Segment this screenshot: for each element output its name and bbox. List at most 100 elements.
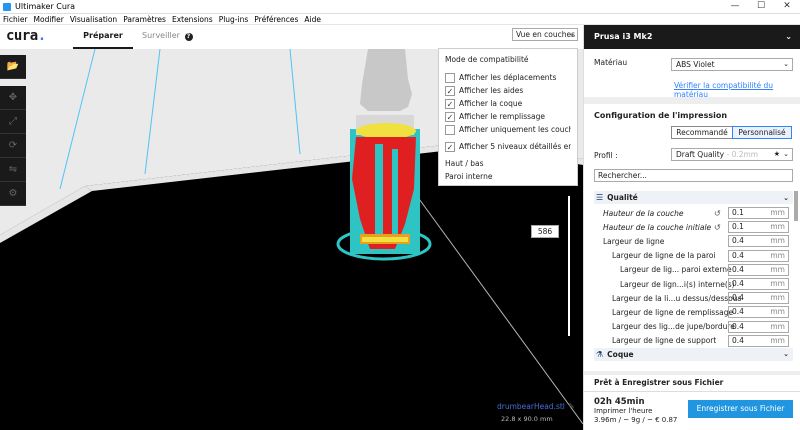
option-show-infill[interactable]: ✓ Afficher le remplissage <box>445 110 571 123</box>
cura-logo: cura. <box>6 28 46 44</box>
view-mode-select[interactable]: Vue en couches ⌄ <box>512 28 578 41</box>
reset-icon[interactable]: ↺ <box>714 223 721 232</box>
setting-value-input[interactable]: 0.4 mm <box>728 249 789 262</box>
menu-extensions[interactable]: Extensions <box>169 15 216 24</box>
setting-label: Largeur de ligne <box>603 236 665 246</box>
setting-value-input[interactable]: 0.4 mm <box>728 292 789 305</box>
menu-plugins[interactable]: Plug-ins <box>216 15 252 24</box>
shell-icon: ⚗ <box>596 349 604 359</box>
setting-value-input[interactable]: 0.1 mm <box>728 207 789 220</box>
option-label: Afficher les aides <box>459 86 524 95</box>
custom-mode-button[interactable]: Personnalisé <box>732 126 792 139</box>
setting-label: Largeur de la li...u dessus/dessous <box>612 293 742 303</box>
material-estimate: 3.96m / ~ 9g / ~ € 0.87 <box>594 416 678 424</box>
axis-guide-line <box>289 49 301 155</box>
tab-monitor[interactable]: Surveiller ? <box>142 31 193 49</box>
save-to-file-button[interactable]: Enregistrer sous Fichier <box>688 400 793 418</box>
option-label: Afficher le remplissage <box>459 112 545 121</box>
star-icon[interactable]: ★ <box>774 149 780 160</box>
print-time: 02h 45min <box>594 397 645 407</box>
setting-label: Hauteur de la couche initiale <box>603 222 712 232</box>
category-shell[interactable]: ⚗ Coque ⌄ <box>594 347 793 361</box>
checkbox-checked[interactable]: ✓ <box>445 111 455 122</box>
reset-icon[interactable]: ↺ <box>714 209 721 218</box>
model-ghost <box>360 49 412 111</box>
setting-value-input[interactable]: 0.4 mm <box>728 306 789 319</box>
material-label: Matériau <box>594 58 628 67</box>
divider <box>584 371 800 375</box>
category-label: Coque <box>607 349 634 359</box>
setting-top-bottom-line-width: Largeur de la li...u dessus/dessous 0.4 mm <box>594 291 793 305</box>
option-show-travel[interactable]: Afficher les déplacements <box>445 71 571 84</box>
mirror-tool-button[interactable]: ⇋ <box>0 158 26 182</box>
setting-label: Largeur de lign...i(s) interne(s) <box>620 279 735 289</box>
menu-settings[interactable]: Paramètres <box>120 15 169 24</box>
move-tool-button[interactable]: ✥ <box>0 86 26 110</box>
compat-mode-label: Mode de compatibilité <box>445 55 529 64</box>
printer-name: Prusa i3 Mk2 <box>594 32 653 41</box>
option-detailed-top-layers[interactable]: ✓ Afficher 5 niveaux détaillés en haut <box>445 140 571 153</box>
pencil-icon[interactable]: ✎ <box>568 402 575 411</box>
menu-preferences[interactable]: Préférences <box>251 15 301 24</box>
setting-value-input[interactable]: 0.4 mm <box>728 235 789 248</box>
checkbox[interactable] <box>445 124 455 135</box>
option-show-helpers[interactable]: ✓ Afficher les aides <box>445 84 571 97</box>
option-label: Afficher les déplacements <box>459 73 557 82</box>
settings-scrollbar[interactable] <box>794 191 798 221</box>
rotate-tool-button[interactable]: ⟳ <box>0 134 26 158</box>
menu-file[interactable]: Fichier <box>0 15 31 24</box>
close-button[interactable]: ✕ <box>774 0 800 14</box>
model-size: 22.8 x 90.0 mm <box>501 415 553 423</box>
category-label: Qualité <box>607 193 638 202</box>
divider <box>584 97 800 104</box>
checkbox-checked[interactable]: ✓ <box>445 98 455 109</box>
setting-value-input[interactable]: 0.4 mm <box>728 320 789 333</box>
setting-inner-wall-line-width: Largeur de lign...i(s) interne(s) 0.4 mm <box>594 277 793 291</box>
open-file-button[interactable]: 📂 <box>0 55 26 79</box>
setting-label: Largeur de ligne de support <box>612 336 717 346</box>
tab-prepare[interactable]: Préparer <box>73 31 133 49</box>
setting-value-input[interactable]: 0.4 mm <box>728 278 789 291</box>
profile-value: Draft Quality <box>676 150 725 159</box>
quality-icon: ☰ <box>596 193 604 202</box>
checkbox[interactable] <box>445 72 455 83</box>
chevron-down-icon: ⌄ <box>783 150 789 158</box>
setting-label: Largeur des lig...de jupe/bordure <box>612 322 735 332</box>
setting-wall-line-width: Largeur de ligne de la paroi 0.4 mm <box>594 249 793 263</box>
divider <box>584 391 800 392</box>
setting-value-input[interactable]: 0.4 mm <box>728 334 789 347</box>
profile-label: Profil : <box>594 151 618 160</box>
checkbox-checked[interactable]: ✓ <box>445 141 455 152</box>
per-model-settings-button[interactable]: ⚙ <box>0 182 26 206</box>
setting-value-input[interactable]: 0.1 mm <box>728 221 789 234</box>
recommended-mode-button[interactable]: Recommandé <box>671 126 733 139</box>
setting-support-line-width: Largeur de ligne de support 0.4 mm <box>594 334 793 348</box>
checkbox-checked[interactable]: ✓ <box>445 85 455 96</box>
setting-value-input[interactable]: 0.4 mm <box>728 263 789 276</box>
menu-view[interactable]: Visualisation <box>67 15 120 24</box>
category-quality[interactable]: ☰ Qualité ⌄ <box>594 191 793 204</box>
setting-line-width: Largeur de ligne 0.4 mm <box>594 234 793 248</box>
window-controls: — ☐ ✕ <box>722 0 800 14</box>
setting-initial-layer-height: Hauteur de la couche initiale ↺ 0.1 mm <box>594 220 793 234</box>
scale-icon: ⤢ <box>9 116 17 127</box>
layer-slider[interactable] <box>568 196 570 336</box>
legend-top-bottom: Haut / bas <box>445 159 484 168</box>
left-toolbar: 📂 ✥ ⤢ ⟳ ⇋ ⚙ <box>0 55 26 206</box>
menu-help[interactable]: Aide <box>301 15 324 24</box>
current-layer-input[interactable]: 586 <box>531 225 559 238</box>
option-top-layers-only[interactable]: Afficher uniquement les couches supé <box>445 123 571 136</box>
scale-tool-button[interactable]: ⤢ <box>0 110 26 134</box>
menu-edit[interactable]: Modifier <box>31 15 67 24</box>
option-show-shell[interactable]: ✓ Afficher la coque <box>445 97 571 110</box>
profile-select[interactable]: Draft Quality - 0.2mm ★ ⌄ <box>671 148 793 161</box>
folder-icon: 📂 <box>6 61 20 72</box>
settings-search-input[interactable]: Rechercher... <box>594 169 793 182</box>
axis-guide-line <box>144 49 161 175</box>
printer-selector[interactable]: Prusa i3 Mk2 ⌄ <box>584 25 800 49</box>
help-icon[interactable]: ? <box>184 33 193 41</box>
material-select[interactable]: ABS Violet ⌄ <box>671 58 793 71</box>
maximize-button[interactable]: ☐ <box>748 0 774 14</box>
minimize-button[interactable]: — <box>722 0 748 14</box>
legend-inner-wall: Paroi interne <box>445 172 493 181</box>
